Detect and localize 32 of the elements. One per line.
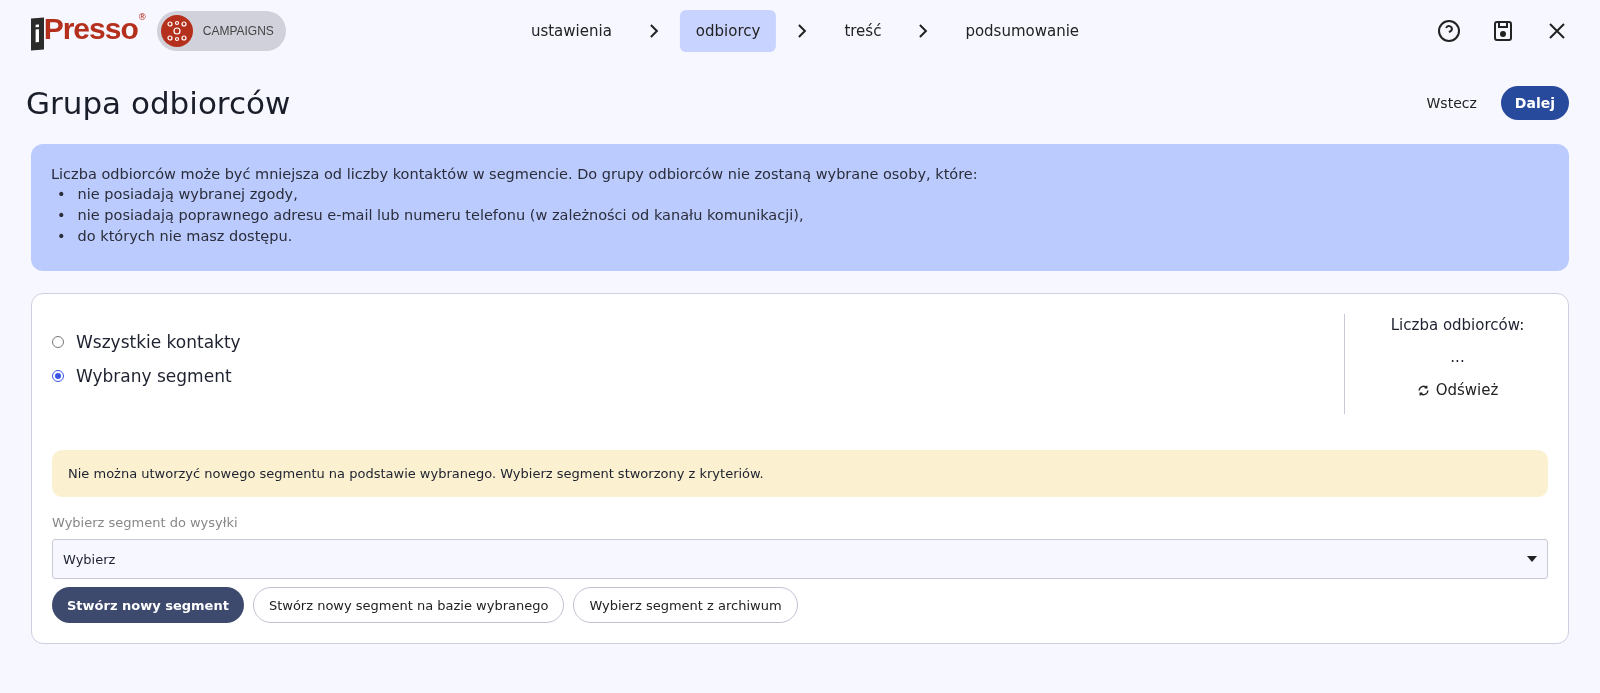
page-title: Grupa odbiorców [26, 85, 291, 121]
module-badge[interactable]: CAMPAIGNS [156, 11, 286, 51]
bullet-mark: • [57, 185, 66, 204]
step-tab[interactable]: podsumowanie [949, 10, 1096, 52]
info-item: nie posiadają wybranej zgody, [77, 185, 298, 204]
radio-label[interactable]: Wszystkie kontakty [76, 332, 241, 352]
count-value: ... [1450, 348, 1465, 366]
refresh-icon [1416, 383, 1430, 397]
refresh-button[interactable]: Odśwież [1410, 380, 1505, 400]
create-segment-button[interactable]: Stwórz nowy segment [52, 587, 244, 623]
step-tab[interactable]: treść [828, 10, 898, 52]
ipresso-logo: i Presso® [31, 12, 147, 50]
warning-message: Nie można utworzyć nowego segmentu na podstawie wybranego. Wybierz segment stworzony z kryteriów. [52, 450, 1548, 497]
segment-action-button[interactable]: Stwórz nowy segment na bazie wybranego [252, 587, 565, 623]
bullet-mark: • [57, 206, 66, 225]
next-button[interactable]: Dalej [1500, 86, 1569, 120]
select-label: Wybierz segment do wysyłki [52, 515, 239, 530]
network-icon [160, 15, 193, 47]
back-button[interactable]: Wstecz [1420, 94, 1483, 112]
radio-label[interactable]: Wybrany segment [76, 366, 232, 386]
step-tab[interactable]: ustawienia [514, 10, 628, 52]
info-item: do których nie masz dostępu. [77, 227, 293, 246]
caret-icon [1527, 556, 1537, 562]
step-tab[interactable]: odbiorcy [679, 10, 777, 52]
save-icon[interactable] [1491, 19, 1515, 43]
segment-select[interactable]: Wybierz [52, 539, 1548, 579]
bullet-mark: • [57, 227, 66, 246]
count-label: Liczba odbiorców: [1390, 316, 1525, 334]
info-text: Liczba odbiorców może być mniejsza od liczby kontaktów w segmencie. Do grupy odbiorców nie zostaną wybrane osoby, które: [51, 165, 979, 184]
segment-action-button[interactable]: Wybierz segment z archiwum [573, 587, 798, 623]
info-item: nie posiadają poprawnego adresu e-mail lub numeru telefonu (w zależności od kanału komunikacji), [77, 206, 804, 225]
help-icon[interactable] [1437, 19, 1461, 43]
